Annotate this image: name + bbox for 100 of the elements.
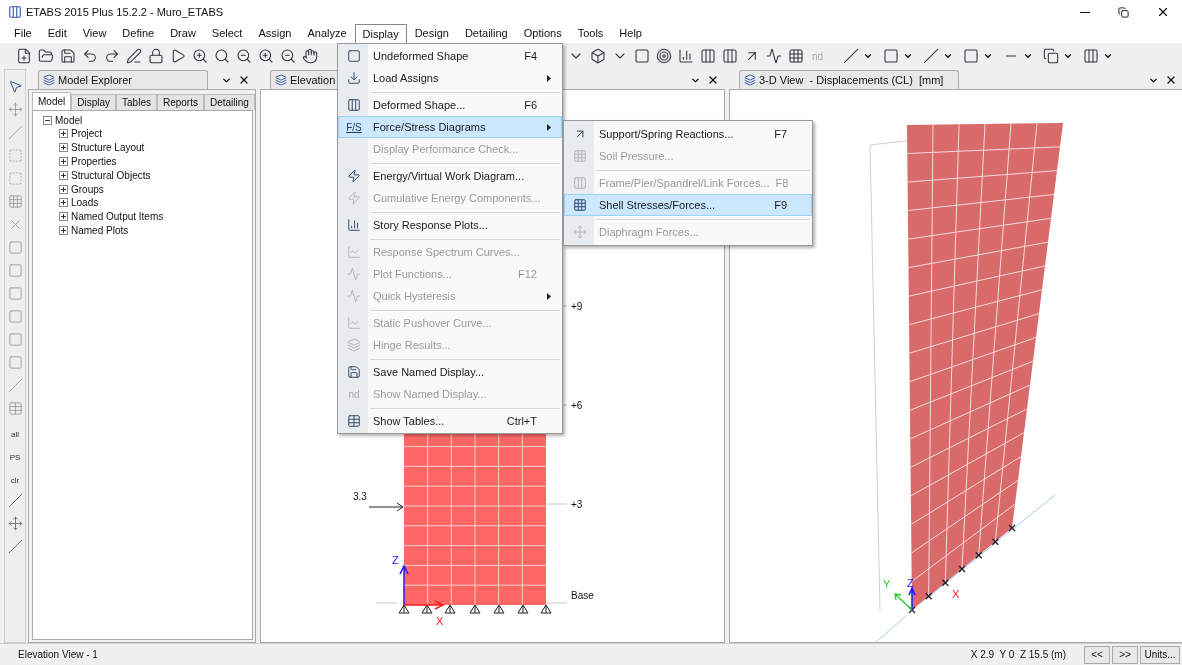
status-button[interactable]: << — [1084, 645, 1110, 664]
target-icon[interactable] — [654, 46, 674, 66]
tree-item[interactable]: Properties — [71, 154, 117, 169]
tree-item[interactable]: Model — [55, 113, 83, 128]
z-axis-arrow — [908, 586, 916, 611]
dropdown-icon[interactable] — [1063, 51, 1074, 61]
axis-label: X — [436, 615, 444, 627]
collapse-icon[interactable] — [43, 116, 52, 125]
explorer-tab[interactable]: Tables — [116, 94, 157, 110]
expand-icon[interactable] — [59, 225, 68, 235]
view-tab[interactable]: 3-D View - Displacements (CL) [mm] — [739, 70, 959, 89]
tree-item[interactable]: Named Plots — [71, 223, 129, 238]
expand-icon[interactable] — [59, 212, 68, 222]
menu-bar-item[interactable]: Tools — [569, 24, 612, 43]
wave-icon — [347, 267, 361, 281]
status-button[interactable]: Units... — [1140, 645, 1180, 664]
expand-icon[interactable] — [59, 184, 68, 194]
view-icon — [43, 74, 55, 86]
tab-title: Model Explorer — [58, 72, 132, 88]
dropdown-icon[interactable] — [983, 51, 994, 61]
axis-label: X — [952, 588, 960, 600]
lock-icon[interactable] — [146, 46, 166, 66]
expand-icon[interactable] — [59, 157, 68, 166]
tree-item[interactable]: Groups — [71, 181, 104, 197]
tool-button[interactable]: all — [5, 421, 25, 441]
lightning-icon — [347, 191, 361, 205]
menu-item[interactable]: Story Response Plots... — [338, 209, 562, 236]
view-tab[interactable]: Model Explorer — [38, 70, 208, 89]
tree-item[interactable]: Named Output Items — [71, 209, 164, 225]
app-icon — [8, 5, 22, 19]
view-icon — [275, 74, 287, 86]
pin-support-icon — [540, 604, 552, 614]
support-icon — [958, 565, 966, 573]
pan-icon[interactable] — [300, 46, 320, 66]
explorer-tab[interactable]: Reports — [156, 94, 204, 110]
tree-item[interactable]: Loads — [71, 195, 99, 211]
icon-label: F/S — [346, 120, 362, 135]
menu-bar-item[interactable]: Edit — [39, 24, 75, 43]
menu-item[interactable]: F/S Force/Stress Diagrams — [338, 116, 562, 138]
dropdown-icon[interactable] — [863, 51, 874, 61]
dropdown-icon[interactable] — [1103, 51, 1114, 61]
tree-item[interactable]: Structure Layout — [71, 140, 145, 156]
axis-label: Z — [392, 554, 399, 566]
status-button[interactable]: >> — [1112, 645, 1138, 664]
menu-bar-item[interactable]: Options — [515, 24, 570, 43]
curve-icon — [347, 316, 361, 330]
menu-bar-item[interactable]: Draw — [162, 24, 204, 43]
expand-icon[interactable] — [59, 170, 68, 180]
menu-item[interactable]: Support/Spring Reactions... F7 — [564, 123, 812, 145]
dropdown-icon[interactable] — [943, 51, 954, 61]
menu-item[interactable]: Undeformed Shape F4 — [338, 45, 562, 67]
menu-bar-item[interactable]: Display — [354, 24, 407, 43]
menu-item[interactable]: Deformed Shape... F6 — [338, 89, 562, 116]
explorer-tab[interactable]: Display — [71, 94, 117, 110]
grid-icon[interactable] — [786, 46, 806, 66]
support-icon — [991, 538, 999, 546]
dropdown-icon[interactable] — [1023, 51, 1034, 61]
table-icon — [347, 414, 361, 428]
menu-bar-item[interactable]: Analyze — [299, 24, 355, 43]
cube-icon[interactable] — [588, 46, 608, 66]
save-icon[interactable] — [58, 46, 78, 66]
menu-bar-item[interactable]: Design — [406, 24, 457, 43]
dropdown-icon[interactable] — [903, 51, 914, 61]
menu-bar-item[interactable]: File — [6, 24, 40, 43]
expand-icon[interactable] — [59, 198, 68, 208]
minimize-icon — [1079, 11, 1090, 13]
close-icon[interactable] — [707, 74, 719, 86]
expand-icon[interactable] — [59, 129, 68, 139]
shortcut-label: F12 — [517, 266, 538, 282]
pin-support-icon — [398, 604, 410, 614]
wave-icon — [347, 289, 361, 303]
menu-bar-item[interactable]: Define — [114, 24, 163, 43]
tab-title: 3-D View - Displacements (CL) [mm] — [759, 72, 944, 88]
columns-icon[interactable] — [698, 46, 718, 66]
menu-item[interactable]: Show Tables... Ctrl+T — [338, 405, 562, 432]
menu-item[interactable]: Energy/Virtual Work Diagram... — [338, 160, 562, 187]
grid-icon — [573, 198, 587, 212]
support-icon — [975, 551, 983, 559]
grid-icon — [573, 149, 587, 163]
explorer-tab[interactable]: Model — [32, 92, 72, 110]
pen-icon[interactable] — [124, 46, 144, 66]
menu-bar-item[interactable]: Detailing — [456, 24, 516, 43]
close-icon[interactable] — [238, 74, 250, 86]
close-icon[interactable] — [1165, 74, 1177, 86]
menu-item[interactable]: Shell Stresses/Forces... F9 — [564, 194, 812, 216]
tree-item[interactable]: Project — [71, 126, 103, 142]
submenu-arrow-icon — [547, 123, 551, 131]
shortcut-label: F6 — [523, 97, 538, 113]
expand-icon[interactable] — [59, 143, 68, 153]
submenu-arrow-icon — [547, 292, 551, 300]
tool-button[interactable]: clr — [5, 467, 25, 487]
tool-button[interactable]: PS — [5, 444, 25, 464]
menu-item[interactable]: Save Named Display... — [338, 356, 562, 383]
tree-item[interactable]: Structural Objects — [71, 167, 151, 183]
menu-bar-item[interactable]: Help — [611, 24, 650, 43]
menu-bar-item[interactable]: Select — [203, 24, 251, 43]
menu-bar-item[interactable]: View — [74, 24, 115, 43]
bar-chart-icon — [347, 218, 361, 232]
menu-bar-item[interactable]: Assign — [250, 24, 300, 43]
explorer-tab[interactable]: Detailing — [203, 94, 255, 110]
